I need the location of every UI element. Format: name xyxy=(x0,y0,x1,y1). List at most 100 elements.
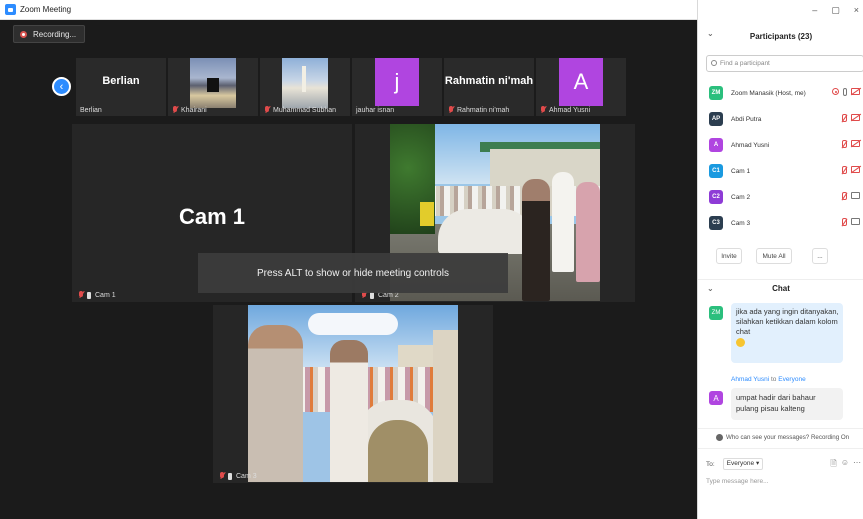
mic-muted-icon[interactable] xyxy=(840,218,847,227)
participant-name: Khairani xyxy=(181,106,207,114)
file-icon[interactable]: 🗎 xyxy=(830,458,836,472)
thumbnail-tile[interactable]: A Ahmad Yusni xyxy=(536,58,626,116)
message-visibility-note[interactable]: Who can see your messages? Recording On xyxy=(716,434,863,441)
avatar: A xyxy=(709,391,723,405)
thumbnail-tile[interactable]: Rahmatin ni'mah Rahmatin ni'mah xyxy=(444,58,534,116)
participant-row[interactable]: C2 Cam 2 xyxy=(698,184,863,210)
message-text: jika ada yang ingin ditanyakan, silahkan… xyxy=(736,307,839,336)
video-off-icon[interactable] xyxy=(851,88,860,95)
chevron-down-icon[interactable]: ⌄ xyxy=(707,284,714,293)
participant-name: Cam 1 xyxy=(95,291,116,299)
participant-name: Abdi Putra xyxy=(731,115,762,123)
participant-name: Cam 3 xyxy=(731,219,751,227)
zoom-window: Zoom Meeting Recording... ‹ Berlian Berl… xyxy=(0,0,863,519)
thumbnail-tile[interactable]: Khairani xyxy=(168,58,258,116)
mic-muted-icon xyxy=(264,106,270,114)
recipient-value: Everyone xyxy=(726,460,755,467)
participant-row[interactable]: A Ahmad Yusni xyxy=(698,132,863,158)
video-off-icon[interactable] xyxy=(851,114,860,121)
side-panel: – ▢ × ⌄ Participants (23) Find a partici… xyxy=(697,0,863,519)
mic-muted-icon[interactable] xyxy=(840,166,847,175)
chat-message: jika ada yang ingin ditanyakan, silahkan… xyxy=(731,303,843,363)
participant-name: Berlian xyxy=(80,107,102,114)
thumbnail-name: Berlian xyxy=(102,75,140,87)
participant-row[interactable]: AP Abdi Putra xyxy=(698,106,863,132)
message-sender: Ahmad Yusni to Everyone xyxy=(731,376,806,383)
more-icon[interactable]: ⋯ xyxy=(853,458,861,472)
video-frame xyxy=(248,305,458,482)
chat-message: umpat hadir dari bahaur pulang pisau kal… xyxy=(731,388,843,420)
tile-display-name: Cam 1 xyxy=(178,204,246,229)
divider xyxy=(698,448,863,449)
meeting-controls-hint: Press ALT to show or hide meeting contro… xyxy=(198,253,508,293)
mic-muted-icon xyxy=(448,106,454,114)
participant-row[interactable]: C3 Cam 3 xyxy=(698,210,863,236)
tile-label: Cam 3 xyxy=(219,472,257,480)
video-off-icon[interactable] xyxy=(851,166,860,173)
video-icon[interactable] xyxy=(851,192,860,199)
thumbnail-tile[interactable]: Berlian Berlian xyxy=(76,58,166,116)
participant-name: Zoom Manasik (Host, me) xyxy=(731,89,806,97)
title-bar: Zoom Meeting xyxy=(0,0,697,20)
participant-search-input[interactable]: Find a participant xyxy=(706,55,863,72)
invite-button[interactable]: Invite xyxy=(716,248,742,264)
minimize-button[interactable]: – xyxy=(812,5,817,15)
chevron-left-icon: ‹ xyxy=(59,80,64,93)
mic-muted-icon xyxy=(78,291,84,299)
participant-name: Cam 3 xyxy=(236,472,257,480)
avatar: C1 xyxy=(709,164,723,178)
mute-all-button[interactable]: Mute All xyxy=(756,248,792,264)
zoom-app-icon xyxy=(5,4,16,15)
video-icon[interactable] xyxy=(851,218,860,225)
search-icon xyxy=(711,60,717,66)
mic-muted-icon[interactable] xyxy=(840,114,847,123)
thumbnail-tile[interactable]: j jauhar isnan xyxy=(352,58,442,116)
thumbnail-label: Rahmatin ni'mah xyxy=(448,106,509,114)
search-placeholder: Find a participant xyxy=(720,60,770,67)
participant-row[interactable]: C1 Cam 1 xyxy=(698,158,863,184)
video-off-icon[interactable] xyxy=(851,140,860,147)
participants-title: Participants (23) xyxy=(749,31,813,41)
people-icon xyxy=(716,434,723,441)
thumbnail-label: Khairani xyxy=(172,106,207,114)
avatar: j xyxy=(375,58,419,106)
recording-indicator[interactable]: Recording... xyxy=(13,25,86,43)
mic-muted-icon[interactable] xyxy=(840,192,847,201)
tile-label: Cam 1 xyxy=(78,291,116,299)
avatar: A xyxy=(559,58,603,106)
visibility-text: Who can see your messages? Recording On xyxy=(726,434,850,441)
thumbnail-label: Ahmad Yusni xyxy=(540,106,590,114)
avatar: AP xyxy=(709,112,723,126)
participant-row[interactable]: ZM Zoom Manasik (Host, me) xyxy=(698,80,863,106)
chat-input-placeholder: Type message here... xyxy=(706,477,769,485)
emoji-icon[interactable]: ☺ xyxy=(841,458,849,472)
video-tile-cam3[interactable]: Cam 3 xyxy=(213,305,493,483)
close-button[interactable]: × xyxy=(854,5,859,15)
avatar: ZM xyxy=(709,86,723,100)
participant-name: Rahmatin ni'mah xyxy=(457,106,510,114)
smile-emoji-icon xyxy=(736,337,745,347)
thumbnail-label: jauhar isnan xyxy=(356,107,394,114)
mic-muted-icon xyxy=(219,472,225,480)
avatar: ZM xyxy=(709,306,723,320)
thumbnail-label: Muhammad Subhan xyxy=(264,106,336,114)
previous-page-button[interactable]: ‹ xyxy=(52,77,71,96)
sender-separator: to xyxy=(771,376,777,383)
record-icon xyxy=(20,30,27,38)
recording-icon xyxy=(832,88,839,95)
recipient-name: Everyone xyxy=(778,376,806,383)
mic-muted-icon[interactable] xyxy=(840,140,847,149)
pin-icon xyxy=(87,291,91,299)
restore-button[interactable]: ▢ xyxy=(831,5,840,16)
chevron-down-icon[interactable]: ⌄ xyxy=(707,29,714,38)
message-text: umpat hadir dari bahaur pulang pisau kal… xyxy=(736,393,816,413)
thumbnail-tile[interactable]: Muhammad Subhan xyxy=(260,58,350,116)
recipient-select[interactable]: Everyone ▾ xyxy=(722,458,764,470)
pin-icon xyxy=(228,472,232,480)
participant-name: Cam 2 xyxy=(731,193,751,201)
chat-message-input[interactable]: Type message here... xyxy=(706,473,861,489)
more-options-button[interactable]: ... xyxy=(812,248,828,264)
microphone-icon[interactable] xyxy=(843,88,847,96)
window-title: Zoom Meeting xyxy=(20,5,72,14)
video-frame xyxy=(282,58,328,108)
